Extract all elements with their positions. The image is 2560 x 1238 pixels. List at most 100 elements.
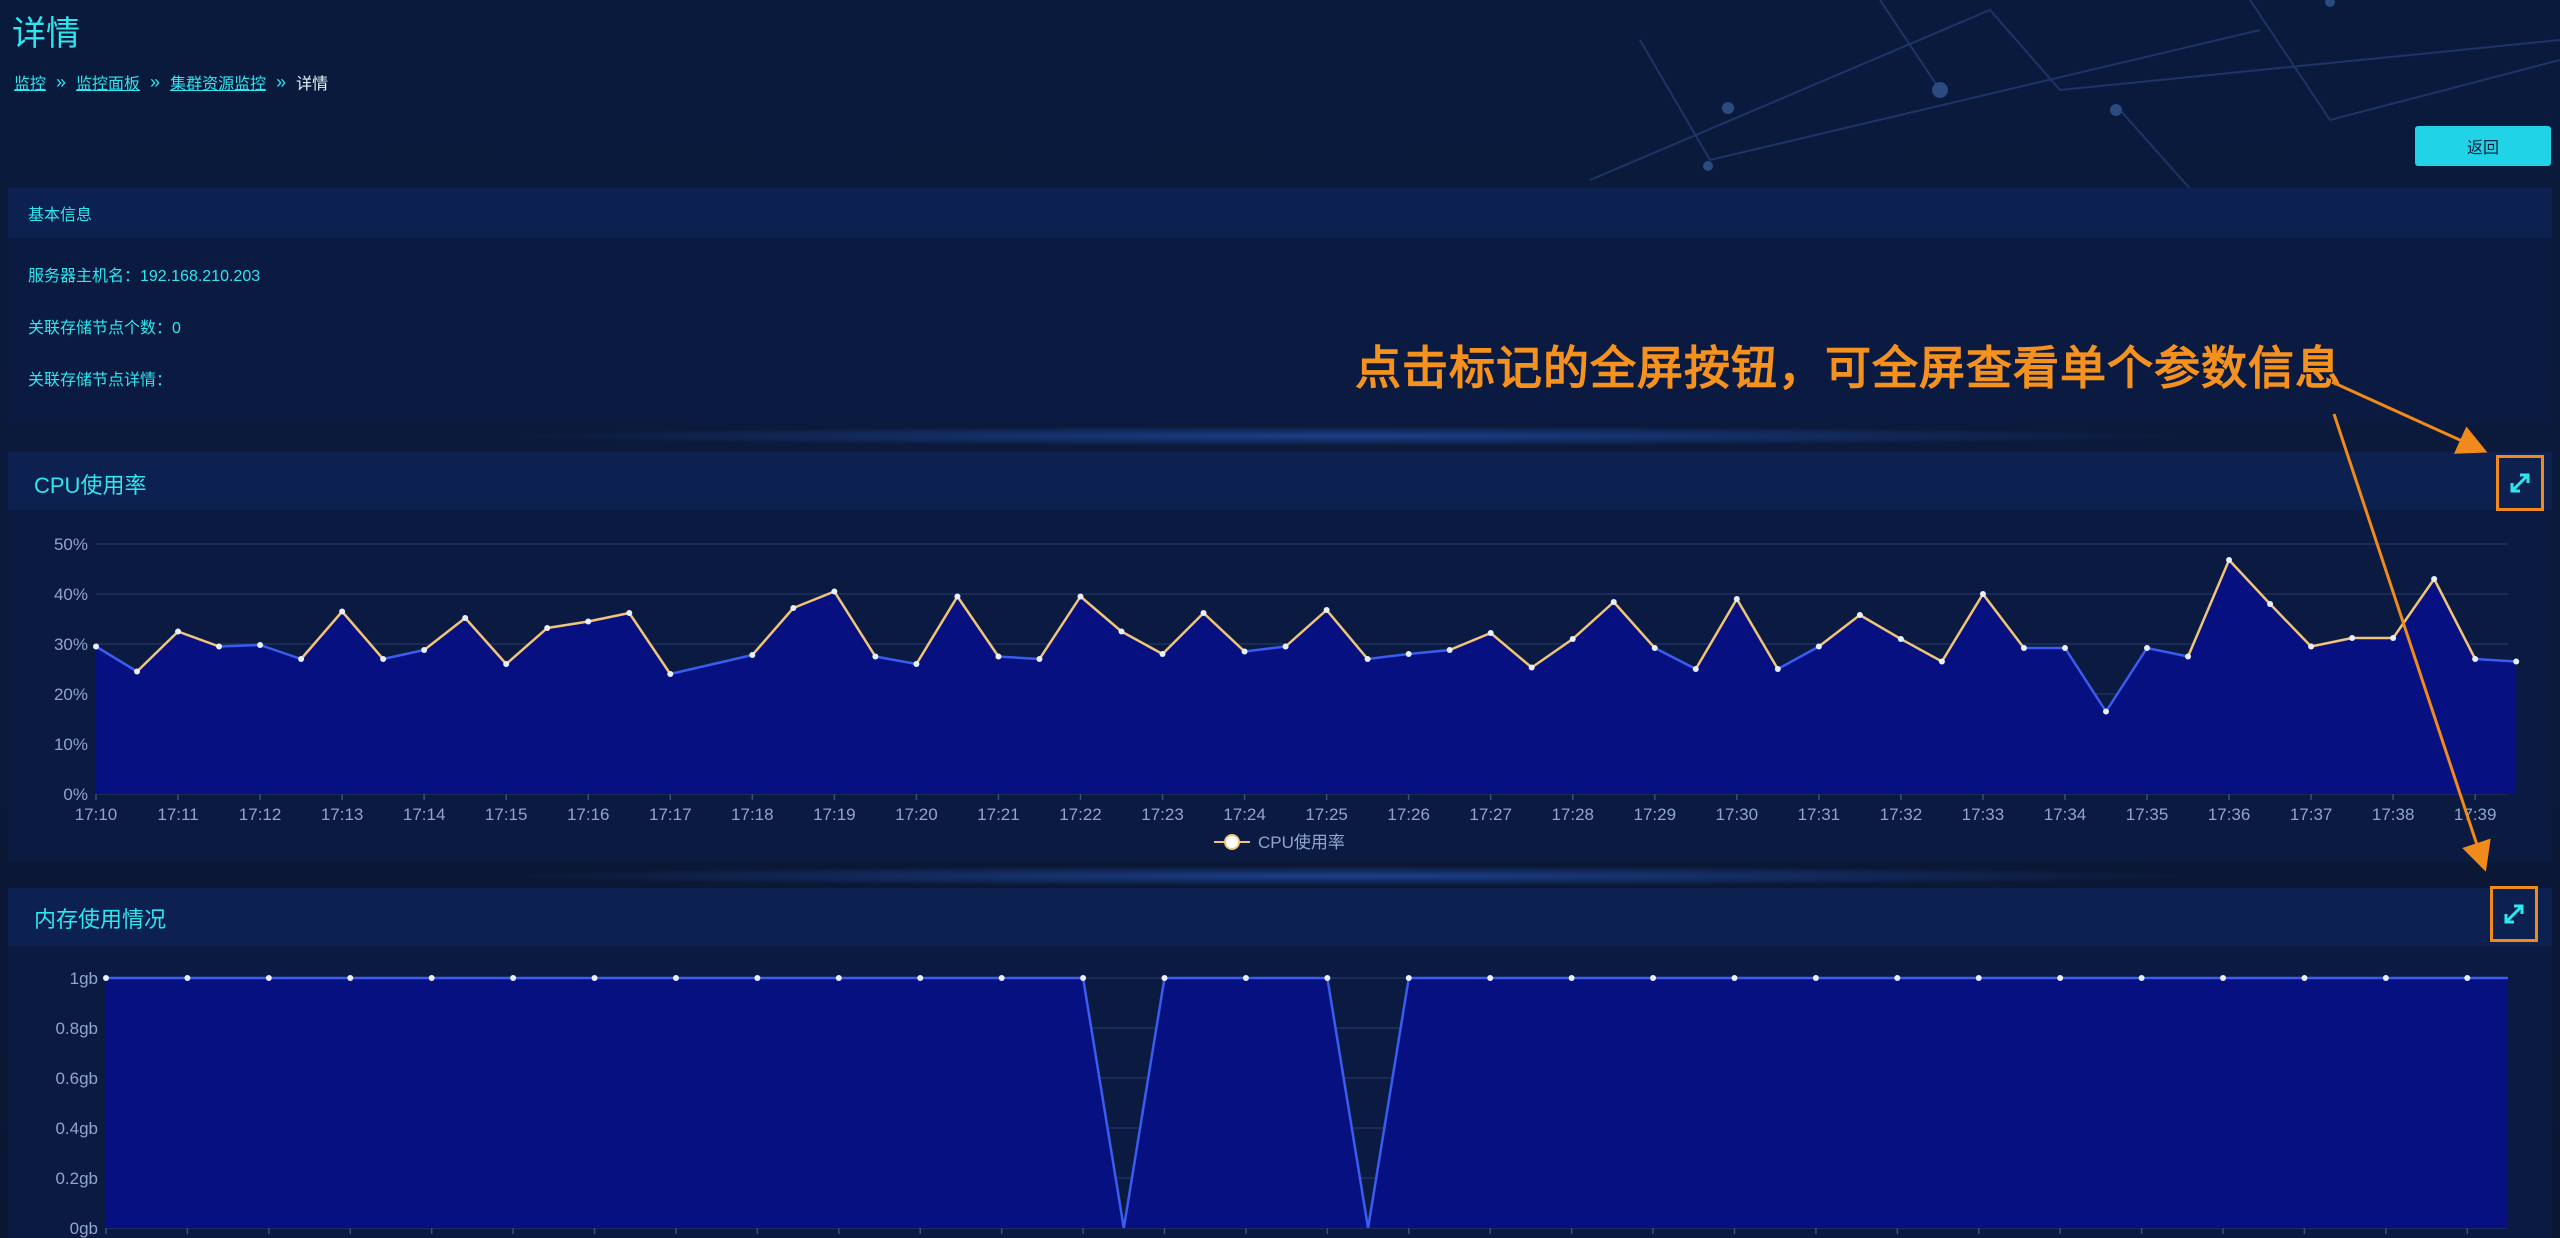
data-point [2226, 557, 2233, 563]
data-point [1323, 607, 1330, 613]
x-tick-label: 17:21 [977, 805, 1020, 824]
x-tick-label: 17:36 [2208, 805, 2251, 824]
x-tick-label: 17:19 [813, 805, 856, 824]
data-point [1405, 651, 1412, 657]
legend-marker [1224, 834, 1240, 850]
data-point [591, 975, 598, 981]
y-tick-label: 40% [54, 585, 88, 604]
data-point [265, 975, 272, 981]
breadcrumb-current: 详情 [296, 76, 329, 93]
data-point [175, 628, 182, 635]
data-point [1938, 658, 1945, 665]
data-point [1651, 645, 1658, 651]
legend-label[interactable]: CPU使用率 [1258, 832, 1345, 852]
x-tick-label: 17:25 [1305, 805, 1348, 824]
data-point [1569, 636, 1576, 642]
breadcrumb-monitor[interactable]: 监控 [14, 70, 46, 94]
y-tick-label: 0gb [70, 1219, 98, 1238]
breadcrumb-dashboard[interactable]: 监控面板 [76, 70, 140, 94]
data-point [872, 653, 879, 660]
y-tick-label: 50% [54, 535, 88, 554]
y-tick-label: 0.4gb [55, 1119, 98, 1138]
x-tick-label: 17:24 [1223, 805, 1266, 824]
x-tick-label: 17:37 [2290, 805, 2333, 824]
x-tick-label: 17:29 [1634, 805, 1677, 824]
memory-chart-title: 内存使用情况 [34, 907, 167, 932]
cpu-usage-chart: 0% 10% 20% 30% 40% 50% 17:10 17:11 17:12 17:13 17:… [54, 535, 2520, 852]
data-point [257, 642, 264, 648]
data-point [380, 656, 387, 662]
x-tick-label: 17:16 [567, 805, 610, 824]
memory-fullscreen-button[interactable] [2490, 886, 2538, 942]
x-tick-label: 17:12 [239, 805, 282, 824]
data-point [2103, 708, 2109, 715]
y-tick-label: 0.8gb [55, 1019, 98, 1038]
data-point [1812, 975, 1819, 981]
data-point [998, 975, 1005, 981]
data-point [667, 671, 674, 677]
data-point [216, 643, 223, 650]
x-tick-label: 17:39 [2454, 805, 2497, 824]
x-tick-label: 17:15 [485, 805, 528, 824]
data-point [1242, 975, 1249, 981]
double-chevron-right-icon: » [150, 71, 161, 92]
basic-info-header: 基本信息 [8, 188, 2552, 238]
x-tick-label: 17:23 [1141, 805, 1184, 824]
divider-glow [500, 426, 2200, 446]
y-tick-label: 0.6gb [55, 1069, 98, 1088]
data-point [1200, 610, 1207, 616]
hostname-text: 服务器主机名：192.168.210.203 [28, 268, 261, 285]
data-point [1894, 975, 1901, 981]
data-point [2308, 643, 2315, 650]
x-tick-label: 17:28 [1551, 805, 1594, 824]
data-point [1161, 975, 1168, 981]
data-point [1405, 975, 1412, 981]
data-point [1692, 666, 1699, 672]
x-tick-label: 17:27 [1469, 805, 1512, 824]
x-tick-label: 17:10 [75, 805, 118, 824]
data-point [1897, 636, 1904, 642]
data-point [835, 975, 842, 981]
data-point [790, 605, 797, 611]
data-point [1979, 591, 1986, 597]
data-point [1446, 647, 1453, 653]
data-point [1774, 666, 1781, 672]
data-point [1487, 630, 1494, 636]
x-tick-label: 17:14 [403, 805, 446, 824]
data-point [1036, 656, 1043, 662]
breadcrumb-cluster-resource[interactable]: 集群资源监控 [170, 70, 266, 94]
x-tick-label: 17:31 [1798, 805, 1841, 824]
data-point [672, 975, 679, 981]
data-point [1856, 612, 1863, 618]
x-tick-label: 17:33 [1962, 805, 2005, 824]
data-point [1324, 975, 1331, 981]
cpu-fullscreen-button[interactable] [2496, 455, 2544, 511]
cpu-chart-title: CPU使用率 [34, 473, 147, 498]
data-point [421, 647, 428, 653]
double-chevron-right-icon: » [276, 71, 287, 92]
series-area [96, 560, 2517, 794]
cpu-chart-header [8, 452, 2552, 510]
memory-chart-header [8, 888, 2552, 946]
data-point [2431, 576, 2438, 582]
data-point [184, 975, 191, 981]
annotation-callout: 点击标记的全屏按钮，可全屏查看单个参数信息 [1355, 342, 2342, 394]
data-point [2220, 975, 2227, 981]
data-point [2472, 656, 2479, 662]
double-chevron-right-icon: » [56, 71, 67, 92]
x-tick-label: 17:18 [731, 805, 774, 824]
expand-icon [2510, 473, 2530, 493]
background-circuit-decoration [1589, 0, 2560, 200]
data-point [1568, 975, 1575, 981]
data-point [2144, 645, 2151, 651]
data-point [298, 656, 305, 662]
back-button[interactable]: 返回 [2415, 126, 2551, 166]
data-point [1975, 975, 1982, 981]
data-point [749, 652, 756, 658]
data-point [1282, 643, 1289, 650]
data-point [2382, 975, 2389, 981]
data-point [103, 975, 109, 981]
data-point [954, 593, 961, 600]
y-tick-label: 20% [54, 685, 88, 704]
data-point [134, 668, 141, 675]
